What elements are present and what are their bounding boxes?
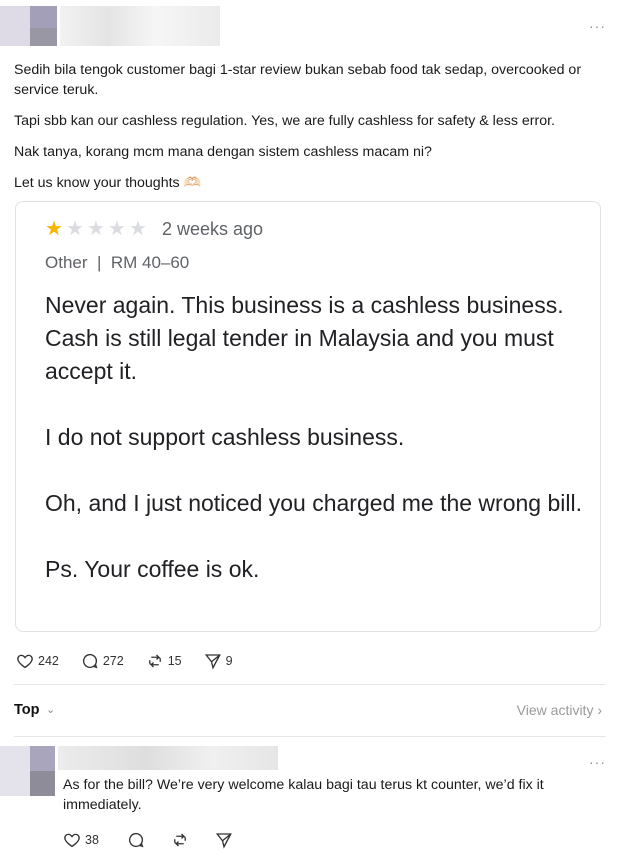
divider	[14, 736, 606, 737]
review-meta: Other | RM 40–60	[45, 253, 190, 272]
review-paragraph: I do not support cashless business.	[45, 424, 405, 450]
like-button[interactable]: 242	[16, 652, 59, 670]
heart-icon	[64, 833, 80, 848]
view-activity-link[interactable]: View activity ›	[517, 702, 602, 718]
reply-count: 272	[102, 654, 124, 668]
star-empty-icon: ★	[129, 218, 147, 240]
divider	[14, 684, 606, 685]
review-screenshot-card[interactable]: ★ ★ ★ ★ ★ 2 weeks ago Other | RM 40–60 N…	[15, 201, 601, 632]
star-empty-icon: ★	[87, 218, 105, 240]
reply-bubble-icon	[128, 832, 144, 848]
paper-plane-icon	[204, 654, 221, 670]
reply-more-options-icon[interactable]: ···	[589, 754, 606, 770]
reply-button[interactable]: 272	[81, 652, 124, 670]
caption-paragraph: Nak tanya, korang mcm mana dengan sistem…	[14, 144, 432, 160]
heart-icon	[17, 654, 33, 669]
share-button[interactable]: 9	[204, 652, 233, 670]
star-filled-icon: ★	[45, 218, 63, 240]
review-paragraph: Ps. Your coffee is ok.	[45, 556, 260, 582]
review-body: Never again. This business is a cashless…	[45, 289, 585, 619]
reply-bubble-icon	[82, 653, 98, 669]
caption-paragraph: Sedih bila tengok customer bagi 1-star r…	[14, 62, 582, 98]
share-count: 9	[225, 654, 233, 668]
reply-like-button[interactable]: 38	[63, 831, 99, 849]
repost-icon	[173, 833, 186, 847]
reply-text: As for the bill? We’re very welcome kala…	[63, 777, 544, 813]
star-rating: ★ ★ ★ ★ ★	[44, 218, 148, 240]
reply-action-bar: 38	[63, 831, 259, 849]
post-caption: Sedih bila tengok customer bagi 1-star r…	[14, 60, 609, 193]
caption-paragraph: Tapi sbb kan our cashless regulation. Ye…	[14, 113, 555, 129]
review-date: 2 weeks ago	[162, 219, 264, 239]
sort-dropdown[interactable]: Top	[14, 702, 40, 718]
reply-reply-button[interactable]	[127, 831, 149, 849]
replies-sort-row: Top ⌄ View activity ›	[14, 700, 606, 722]
post-more-options-icon[interactable]: ···	[589, 18, 606, 34]
post-action-bar: 242 272 15 9	[16, 652, 255, 670]
caption-paragraph: Let us know your thoughts 🫶🏻	[14, 175, 202, 191]
reply-repost-button[interactable]	[171, 831, 193, 849]
reply-like-count: 38	[85, 833, 99, 847]
review-paragraph: Oh, and I just noticed you charged me th…	[45, 490, 582, 516]
repost-icon	[148, 654, 161, 668]
repost-count: 15	[167, 654, 182, 668]
paper-plane-icon	[215, 833, 232, 849]
review-paragraph: Never again. This business is a cashless…	[45, 292, 564, 384]
reply-share-button[interactable]	[215, 831, 237, 849]
chevron-down-icon[interactable]: ⌄	[46, 703, 55, 716]
repost-button[interactable]: 15	[146, 652, 182, 670]
star-empty-icon: ★	[66, 218, 84, 240]
like-count: 242	[38, 654, 59, 668]
star-empty-icon: ★	[108, 218, 126, 240]
